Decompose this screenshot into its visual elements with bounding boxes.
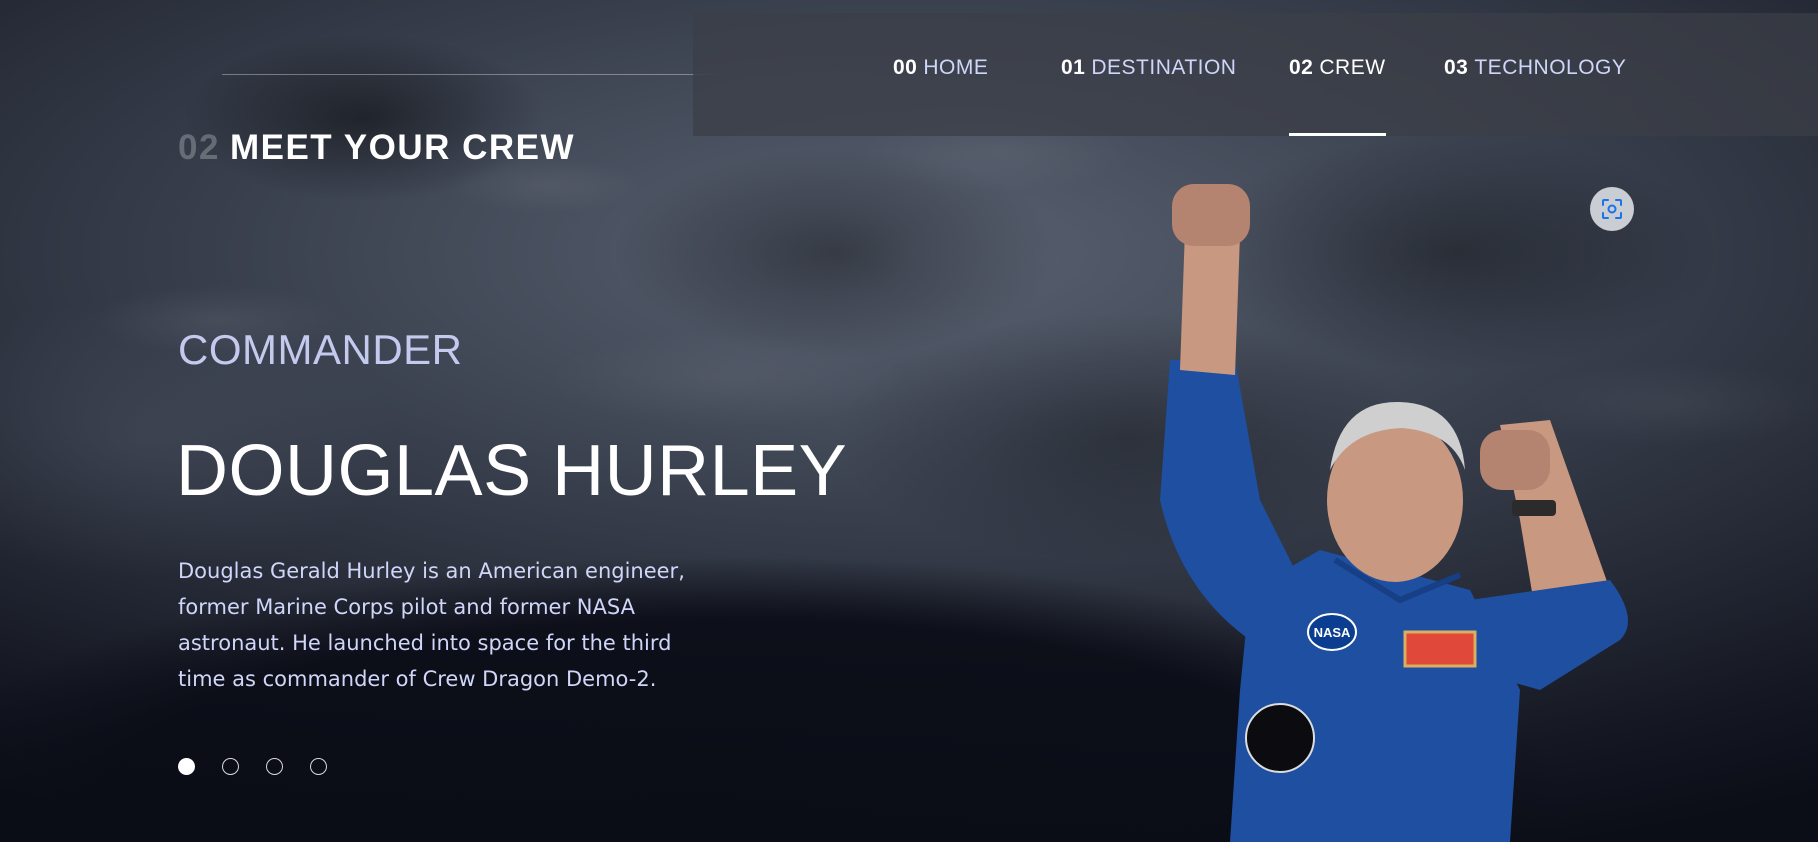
nav-home[interactable]: 00 HOME <box>893 13 988 136</box>
crew-page: 00 HOME 01 DESTINATION 02 CREW 03 TECHNO… <box>0 0 1818 842</box>
nasa-patch-text: NASA <box>1314 625 1351 640</box>
left-forearm <box>1180 230 1240 375</box>
nav-technology[interactable]: 03 TECHNOLOGY <box>1444 13 1626 136</box>
pagination-dot-4[interactable] <box>310 758 327 775</box>
flight-suit <box>1230 550 1520 842</box>
nav-home-label: HOME <box>923 55 989 79</box>
nav-technology-number: 03 <box>1444 55 1469 79</box>
nav-crew-number: 02 <box>1289 55 1314 79</box>
name-tag <box>1403 630 1477 668</box>
visual-search-button[interactable] <box>1590 187 1634 231</box>
page-title-text: MEET YOUR CREW <box>229 128 576 167</box>
nav-technology-label: TECHNOLOGY <box>1474 55 1627 79</box>
visual-search-icon <box>1602 199 1622 219</box>
left-fist <box>1172 184 1250 246</box>
crew-name: DOUGLAS HURLEY <box>176 431 848 511</box>
nav-destination-label: DESTINATION <box>1091 55 1237 79</box>
crew-role: COMMANDER <box>178 326 463 373</box>
page-title-number: 02 <box>178 128 220 167</box>
crew-pagination <box>178 758 327 775</box>
crew-bio: Douglas Gerald Hurley is an American eng… <box>178 559 685 691</box>
nav-crew-label: CREW <box>1319 55 1386 79</box>
page-title: 02 MEET YOUR CREW <box>178 128 575 168</box>
right-fist <box>1480 430 1550 490</box>
nav-destination-number: 01 <box>1061 55 1086 79</box>
pagination-dot-1[interactable] <box>178 758 195 775</box>
nav-home-number: 00 <box>893 55 918 79</box>
main-nav: 00 HOME 01 DESTINATION 02 CREW 03 TECHNO… <box>693 13 1818 136</box>
pagination-dot-3[interactable] <box>266 758 283 775</box>
nav-crew[interactable]: 02 CREW <box>1289 13 1386 136</box>
watch <box>1512 500 1556 516</box>
crew-portrait: NASA <box>1160 184 1628 842</box>
pagination-dot-2[interactable] <box>222 758 239 775</box>
mission-patch <box>1245 703 1315 773</box>
nav-destination[interactable]: 01 DESTINATION <box>1061 13 1236 136</box>
